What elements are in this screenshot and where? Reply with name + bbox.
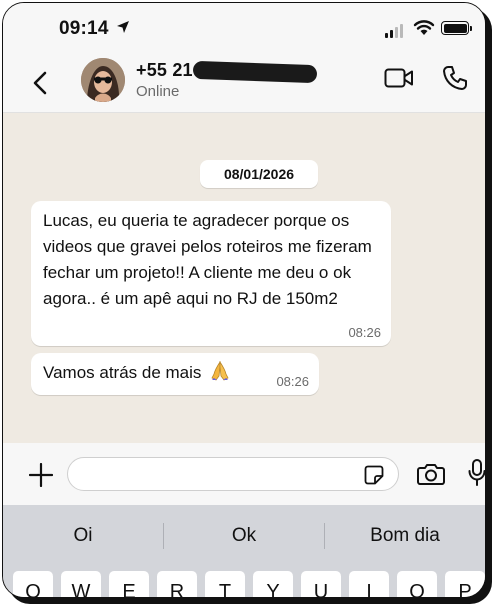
key-r[interactable]: R (157, 571, 197, 597)
redaction-scribble (192, 60, 318, 84)
suggestion-bom-dia[interactable]: Bom dia (325, 525, 485, 547)
key-i[interactable]: I (349, 571, 389, 597)
cellular-signal-icon (385, 24, 403, 38)
message-input[interactable] (67, 457, 399, 491)
date-chip: 08/01/2026 (200, 160, 318, 188)
key-e[interactable]: E (109, 571, 149, 597)
back-chevron-icon[interactable] (29, 69, 53, 97)
key-w[interactable]: W (61, 571, 101, 597)
message-time: 08:26 (276, 374, 309, 389)
message-bubble[interactable]: Lucas, eu queria te agradecer porque os … (31, 201, 391, 346)
key-u[interactable]: U (301, 571, 341, 597)
key-p[interactable]: P (445, 571, 485, 597)
message-bubble[interactable]: Vamos atrás de mais 08:26 (31, 353, 319, 395)
message-time: 08:26 (348, 325, 381, 340)
message-text: Lucas, eu queria te agradecer porque os … (43, 211, 372, 308)
contact-status: Online (136, 83, 180, 100)
key-o[interactable]: O (397, 571, 437, 597)
contact-name[interactable]: +55 21 (136, 60, 193, 81)
wifi-icon (413, 20, 435, 35)
pray-hands-emoji (211, 361, 229, 381)
keyboard: Oi Ok Bom dia Q W E R T Y U I O P (3, 505, 485, 597)
key-row: Q W E R T Y U I O P (13, 571, 485, 597)
phone-screen: 09:14 +55 21 Online 08/01/2026 Lucas, eu… (2, 2, 486, 598)
suggestion-bar: Oi Ok Bom dia (3, 505, 485, 567)
key-y[interactable]: Y (253, 571, 293, 597)
plus-icon[interactable] (29, 463, 53, 487)
suggestion-ok[interactable]: Ok (164, 525, 324, 547)
message-text: Vamos atrás de mais (43, 363, 202, 382)
chat-area[interactable]: 08/01/2026 Lucas, eu queria te agradecer… (3, 113, 485, 443)
location-arrow-icon (117, 21, 129, 33)
chat-header: +55 21 Online (3, 51, 485, 113)
battery-icon (441, 21, 472, 35)
avatar[interactable] (81, 58, 125, 102)
video-call-icon[interactable] (384, 67, 414, 89)
key-q[interactable]: Q (13, 571, 53, 597)
microphone-icon[interactable] (468, 459, 486, 487)
status-bar: 09:14 (3, 3, 485, 51)
camera-icon[interactable] (417, 463, 445, 485)
message-composer (3, 443, 485, 505)
key-t[interactable]: T (205, 571, 245, 597)
phone-call-icon[interactable] (442, 65, 468, 91)
suggestion-oi[interactable]: Oi (3, 525, 163, 547)
status-time: 09:14 (59, 18, 109, 39)
sticker-icon[interactable] (364, 465, 384, 485)
